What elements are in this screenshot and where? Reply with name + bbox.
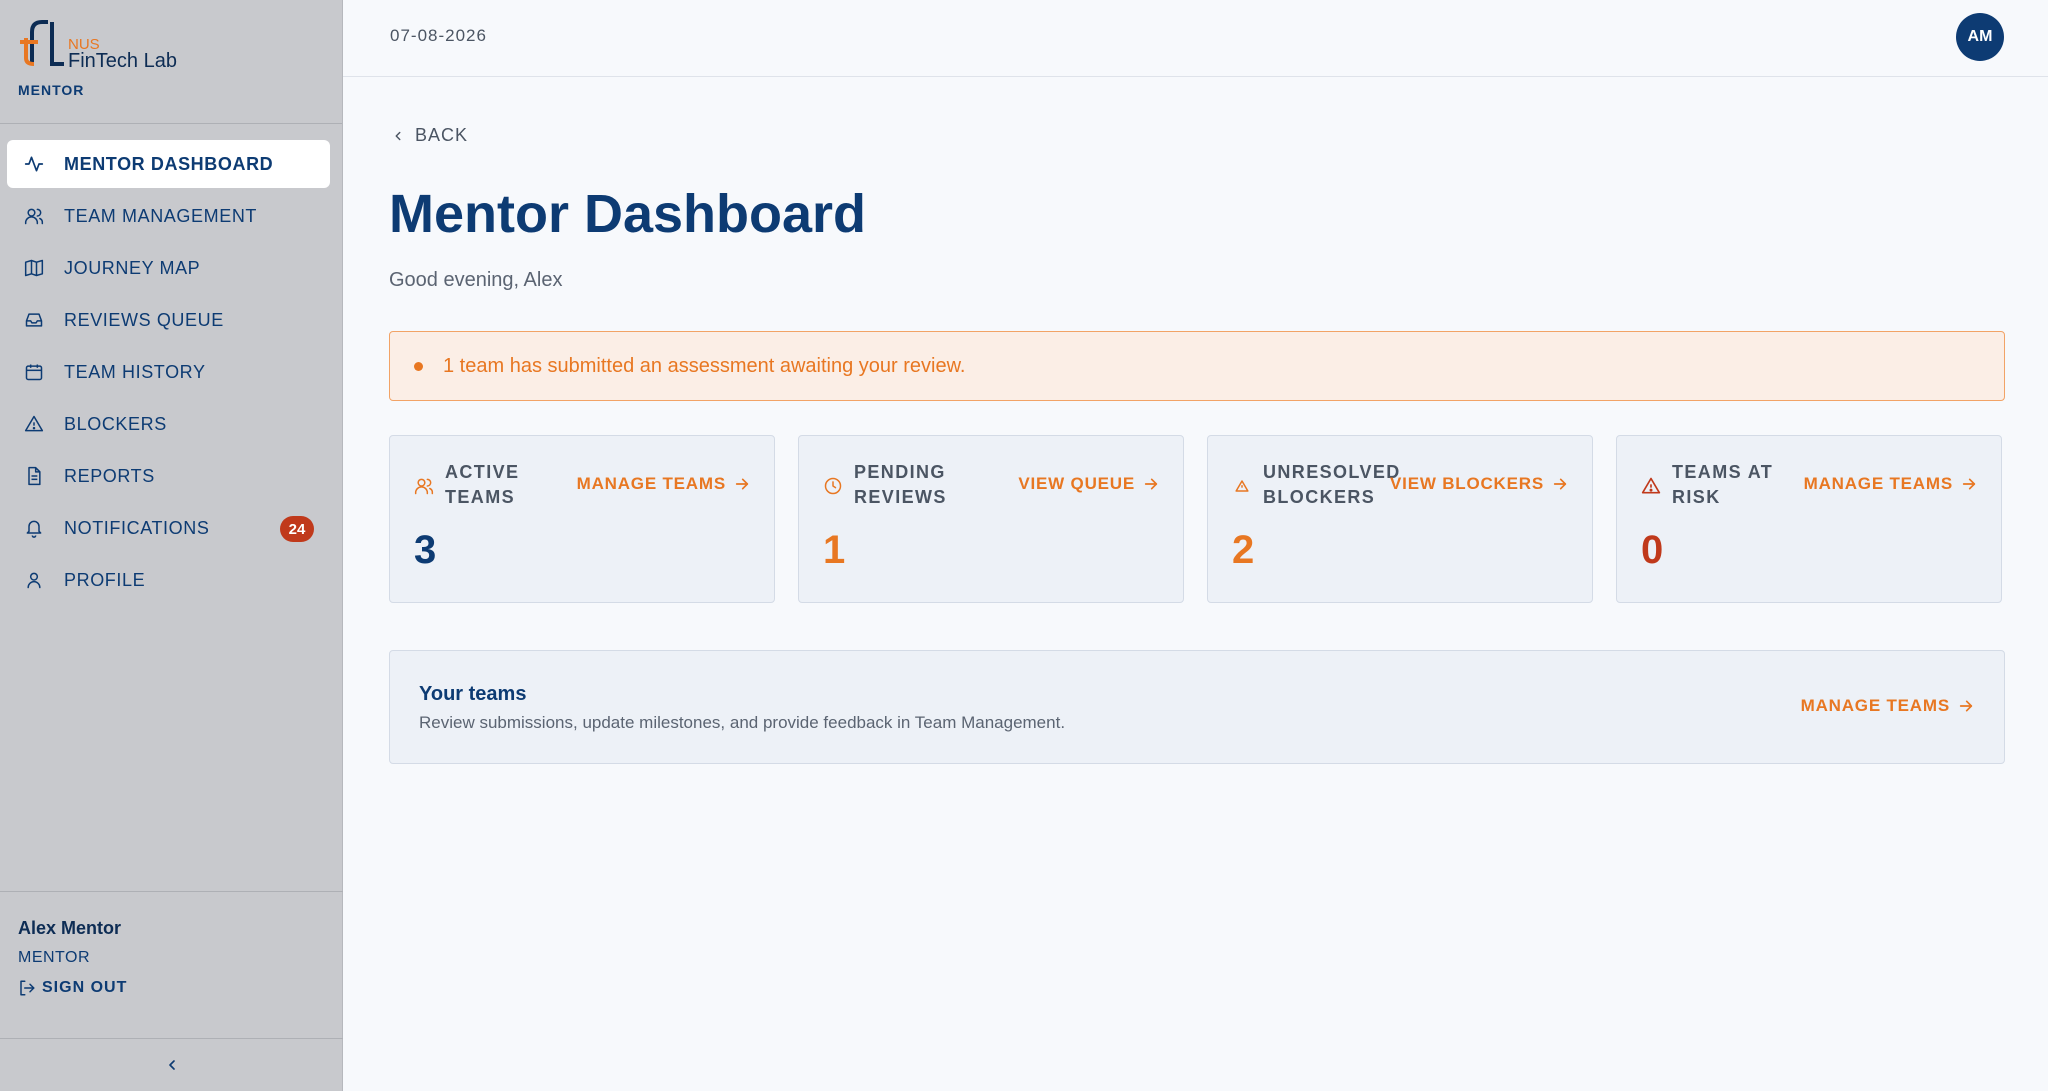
alert-text: 1 team has submitted an assessment await… (443, 354, 966, 377)
stat-card-active-teams: ACTIVE TEAMS MANAGE TEAMS 3 (389, 435, 775, 603)
sidebar-item-profile[interactable]: PROFILE (7, 556, 330, 604)
stat-card-pending-reviews: PENDING REVIEWS VIEW QUEUE 1 (798, 435, 1184, 603)
sidebar-item-label: TEAM HISTORY (64, 361, 206, 382)
collapse-sidebar-button[interactable] (0, 1039, 343, 1091)
back-label: BACK (415, 125, 469, 145)
greeting-text: Good evening, Alex (389, 269, 563, 291)
inbox-icon (24, 310, 44, 330)
sidebar-item-notifications[interactable]: NOTIFICATIONS 24 (7, 504, 330, 552)
stat-label: ACTIVE TEAMS (445, 462, 520, 507)
stat-link-label: VIEW QUEUE (1018, 474, 1135, 493)
sidebar-item-blockers[interactable]: BLOCKERS (7, 400, 330, 448)
your-teams-title: Your teams (419, 683, 527, 705)
view-blockers-link[interactable]: VIEW BLOCKERS (1390, 474, 1568, 494)
brand-block: NUS FinTech Lab MENTOR (0, 0, 342, 124)
document-icon (24, 466, 44, 486)
your-teams-card: Your teams Review submissions, update mi… (389, 650, 2005, 764)
sidebar-item-label: REVIEWS QUEUE (64, 309, 224, 330)
sidebar-item-label: BLOCKERS (64, 413, 167, 434)
manage-teams-link[interactable]: MANAGE TEAMS (577, 474, 750, 494)
sidebar-item-mentor-dashboard[interactable]: MENTOR DASHBOARD (7, 140, 330, 188)
alert-triangle-icon (1641, 476, 1661, 496)
user-role: MENTOR (18, 949, 91, 966)
bell-icon (24, 518, 44, 538)
sidebar-item-label: NOTIFICATIONS (64, 517, 210, 538)
stat-value: 2 (1232, 528, 1255, 572)
stat-label: PENDING REVIEWS (854, 462, 947, 507)
stat-value: 3 (414, 528, 437, 572)
sidebar-item-label: REPORTS (64, 465, 155, 486)
activity-icon (24, 154, 44, 174)
arrow-right-icon (1553, 478, 1567, 490)
sidebar-item-label: JOURNEY MAP (64, 257, 201, 278)
sidebar-item-reviews-queue[interactable]: REVIEWS QUEUE (7, 296, 330, 344)
stat-link-label: MANAGE TEAMS (576, 474, 726, 493)
current-date: 07-08-2026 (390, 26, 487, 45)
sidebar-item-team-history[interactable]: TEAM HISTORY (7, 348, 330, 396)
your-teams-subtitle: Review submissions, update milestones, a… (419, 713, 1066, 732)
review-alert-banner[interactable]: 1 team has submitted an assessment await… (389, 331, 2005, 401)
chevron-left-icon (168, 1060, 175, 1070)
brand-role: MENTOR (18, 82, 85, 98)
chevron-left-icon (395, 131, 401, 140)
arrow-right-icon (735, 478, 749, 490)
sidebar: NUS FinTech Lab MENTOR MENTOR DASHBOARD … (0, 0, 343, 1091)
warning-icon (1232, 476, 1252, 496)
sign-out-button[interactable]: SIGN OUT (18, 979, 325, 997)
top-bar: 07-08-2026 AM (343, 0, 2048, 77)
fintech-lab-logo-icon (20, 20, 64, 66)
logo-name-text: FinTech Lab (68, 50, 177, 72)
page-title: Mentor Dashboard (389, 184, 867, 244)
stat-card-teams-at-risk: TEAMS AT RISK MANAGE TEAMS 0 (1616, 435, 2002, 603)
users-icon (24, 206, 44, 226)
sign-out-icon (20, 980, 35, 996)
stat-value: 0 (1641, 528, 1664, 572)
user-name: Alex Mentor (18, 918, 122, 938)
notifications-count-badge: 24 (280, 516, 314, 542)
manage-teams-link[interactable]: MANAGE TEAMS (1804, 474, 1977, 494)
sidebar-user-block: Alex Mentor MENTOR SIGN OUT (0, 891, 343, 1039)
user-icon (24, 570, 44, 590)
back-button[interactable]: BACK (391, 125, 468, 146)
sidebar-item-journey-map[interactable]: JOURNEY MAP (7, 244, 330, 292)
arrow-right-icon (1962, 478, 1976, 490)
sidebar-item-team-management[interactable]: TEAM MANAGEMENT (7, 192, 330, 240)
view-queue-link[interactable]: VIEW QUEUE (1018, 474, 1159, 494)
stats-row: ACTIVE TEAMS MANAGE TEAMS 3 PENDING REVI… (389, 435, 2005, 603)
stat-label: UNRESOLVED BLOCKERS (1263, 462, 1401, 507)
arrow-right-icon (1959, 700, 1973, 712)
stat-value: 1 (823, 528, 846, 572)
users-icon (414, 476, 434, 496)
stat-card-unresolved-blockers: UNRESOLVED BLOCKERS VIEW BLOCKERS 2 (1207, 435, 1593, 603)
sign-out-label: SIGN OUT (42, 979, 128, 996)
alert-dot-icon (414, 361, 423, 371)
stat-link-label: VIEW BLOCKERS (1390, 474, 1544, 493)
arrow-right-icon (1144, 478, 1158, 490)
manage-teams-link[interactable]: MANAGE TEAMS (1801, 696, 1974, 716)
sidebar-item-label: PROFILE (64, 569, 146, 590)
stat-label: TEAMS AT RISK (1672, 462, 1774, 507)
sidebar-item-reports[interactable]: REPORTS (7, 452, 330, 500)
map-icon (24, 258, 44, 278)
sidebar-item-label: MENTOR DASHBOARD (64, 153, 274, 174)
avatar[interactable]: AM (1956, 13, 2004, 61)
warning-icon (24, 414, 44, 434)
calendar-icon (24, 362, 44, 382)
sidebar-item-label: TEAM MANAGEMENT (64, 205, 258, 226)
sidebar-nav: MENTOR DASHBOARD TEAM MANAGEMENT JOURNEY… (0, 124, 342, 604)
teams-link-label: MANAGE TEAMS (1800, 696, 1950, 715)
stat-link-label: MANAGE TEAMS (1803, 474, 1953, 493)
clock-icon (823, 476, 843, 496)
